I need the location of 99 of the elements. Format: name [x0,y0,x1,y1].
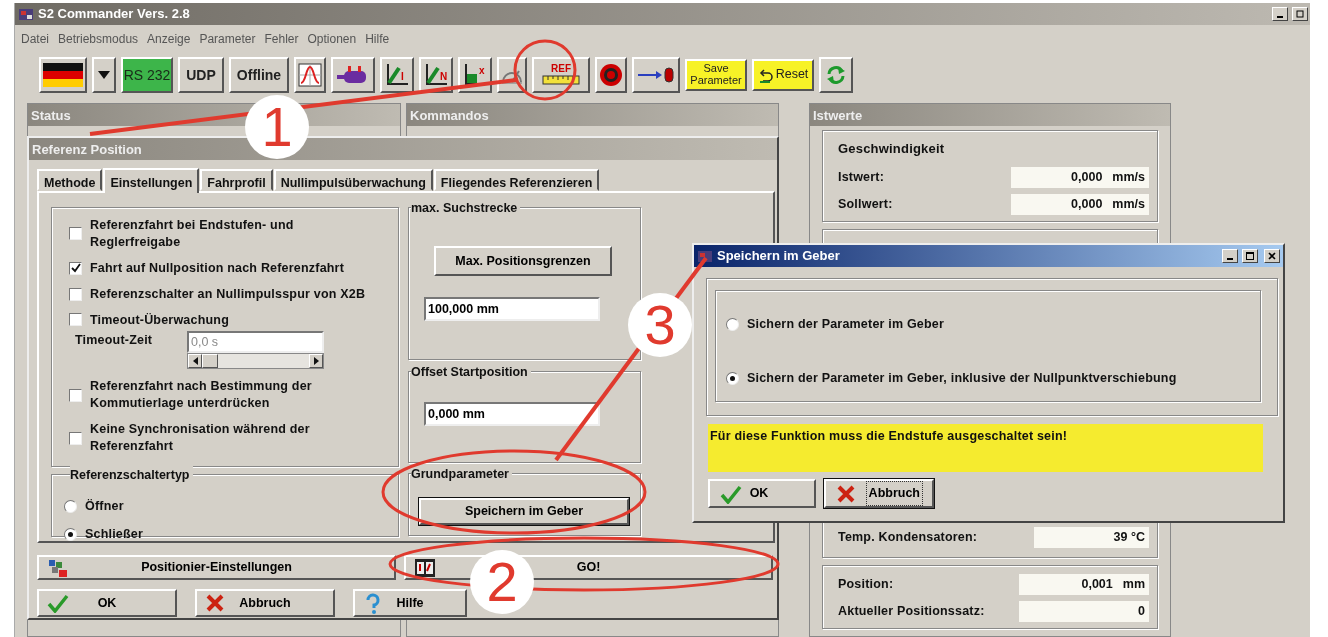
dialog-button[interactable]: OK [708,479,816,508]
tab[interactable]: Fliegendes Referenzieren [433,169,600,191]
field-label: Temp. Kondensatoren: [838,528,978,546]
checkbox[interactable] [69,388,82,402]
cross-icon [205,593,225,613]
field-label: Istwert: [838,168,885,186]
checkbox-label: Referenzfahrt nach Bestimmung der Kommutierlage unterdrücken [90,378,312,413]
check-icon [47,593,69,613]
warning-message: Für diese Funktion muss die Endstufe ausgeschaltet sein! [710,429,1068,443]
dialog-button[interactable]: Hilfe [353,589,467,617]
refresh-button[interactable] [819,57,853,93]
toolbar-button[interactable] [294,57,326,93]
checkbox-label: Timeout-Überwachung [90,311,229,329]
scrollbar[interactable] [187,353,324,370]
toolbar-button[interactable]: UDP [178,57,224,93]
field-label: Position: [838,575,894,593]
radio-button[interactable] [726,317,739,331]
left-arrow-icon [192,357,198,366]
minimize-button[interactable] [1272,7,1288,21]
highlight-ellipse [513,39,577,101]
check-icon [720,484,742,504]
menu-item[interactable]: Parameter [199,30,256,48]
radio-button[interactable] [64,499,77,513]
dialog-button[interactable]: Abbruch [195,589,335,617]
checkbox-label: Referenzschalter an Nullimpulsspur von X2B [90,285,366,303]
tab[interactable]: Einstellungen [103,168,200,193]
value-field: 0,000 mm/s [1011,193,1149,215]
maximize-icon [1246,252,1254,260]
dialog-button[interactable]: OK [37,589,177,617]
value-field: 0 [1019,600,1149,622]
checkbox[interactable] [69,287,82,301]
radio-label: Sichern der Parameter im Geber, inklusive der Nullpunktverschiebung [747,369,1177,387]
menu-item[interactable]: Hilfe [365,30,390,48]
toolbar-button[interactable] [632,57,680,93]
menu-item[interactable]: Betriebsmodus [58,30,139,48]
checkbox[interactable] [69,431,82,445]
save-button[interactable]: Speichern im Geber [419,498,629,525]
window-icon [1296,10,1304,18]
radio-label: Schließer [85,525,144,543]
toolbar-button[interactable]: RS 232 [121,57,173,93]
radio-label: Öffner [85,498,124,515]
reset-button[interactable]: Reset [752,59,814,91]
radio-label: Sichern der Parameter im Geber [747,316,945,333]
window-title: S2 Commander Vers. 2.8 [38,5,190,24]
tab[interactable]: Fahrprofil [200,169,273,191]
caret-icon [98,71,110,79]
dropdown-button[interactable] [92,57,116,93]
field-label: Aktueller Positionssatz: [838,602,985,620]
app-icon [697,248,713,264]
field-label: Timeout-Zeit [75,332,154,350]
menu-item[interactable]: Fehler [264,30,299,48]
blocks-icon [47,558,69,578]
menu-item[interactable]: Anzeige [147,30,191,48]
close-button[interactable] [1264,249,1280,263]
group-title: Geschwindigkeit [838,140,946,158]
film-icon [414,558,436,578]
toolbar-button[interactable]: REF [532,57,590,93]
value-field: 39 °C [1034,526,1149,548]
action-button[interactable]: Positionier-Einstellungen [37,555,396,580]
waveform-icon [298,63,322,87]
checkbox[interactable] [69,261,82,275]
group-title: Referenzschaltertyp [70,466,193,485]
toolbar-button[interactable] [595,57,627,93]
positions-button[interactable]: Max. Positionsgrenzen [434,246,612,276]
minimize-button[interactable] [1222,249,1238,263]
panel-header: Kommandos [407,104,778,126]
checkbox[interactable] [69,227,82,241]
checkbox[interactable] [69,313,82,327]
value-field: 0,000 mm/s [1011,166,1149,188]
panel-header: Istwerte [810,104,1170,126]
checkbox-label: Keine Synchronisation während der Referenzfahrt [90,421,310,455]
checkbox-label: Fahrt auf Nullposition nach Referenzfahrt [90,259,345,277]
toolbar-button[interactable]: Offline [229,57,289,93]
window-title: Speichern im Geber [717,247,840,266]
menu-item[interactable]: Datei [21,30,49,48]
menu-item[interactable]: Optionen [307,30,357,48]
save-button[interactable]: Save Parameter [685,59,747,91]
target-icon [599,63,623,87]
undo-icon [757,67,774,83]
restore-button[interactable] [1292,7,1308,21]
right-arrow-icon [313,357,319,366]
scroll-thumb[interactable] [202,354,218,369]
radio-button[interactable] [726,371,739,385]
tab[interactable]: Nullimpulsüberwachung [273,169,433,191]
toolbar-button[interactable] [331,57,375,93]
close-icon [1268,252,1276,260]
value-field: 0,001 mm [1019,573,1149,595]
distance-field[interactable]: 100,000 mm [424,297,600,321]
app-icon [18,6,34,22]
checkbox-label: Referenzfahrt bei Endstufen- und Reglerfreigabe [90,217,294,251]
offset-field[interactable]: 0,000 mm [424,402,600,426]
maximize-button[interactable] [1242,249,1258,263]
dialog-button[interactable]: Abbruch [824,479,934,508]
cross-icon [836,484,856,504]
tab[interactable]: Methode [37,169,103,191]
flag-icon [43,63,83,87]
language-button[interactable] [39,57,87,93]
field-label: Sollwert: [838,195,893,213]
radio-button[interactable] [64,527,77,541]
